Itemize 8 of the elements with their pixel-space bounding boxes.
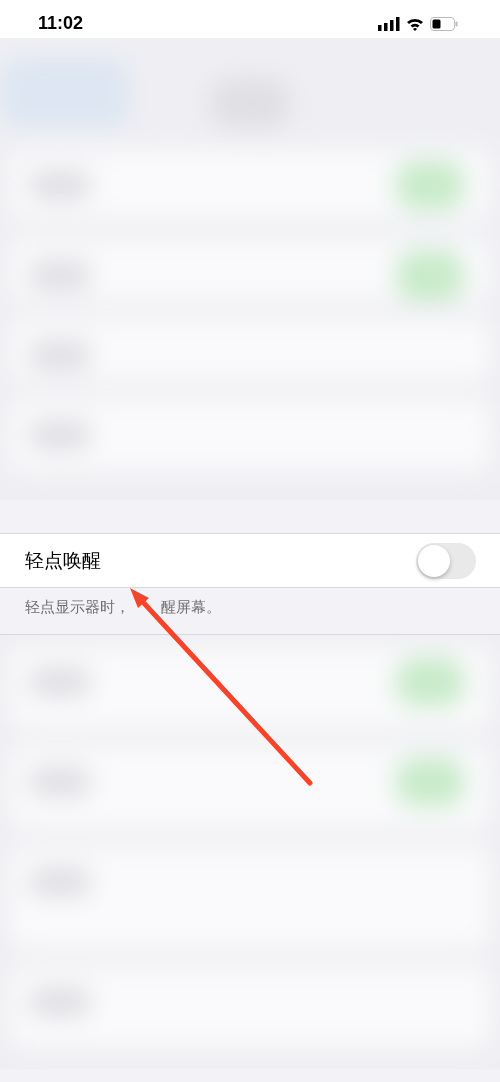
toggle-switch[interactable] <box>416 542 476 579</box>
setting-description: 轻点显示器时， <box>25 598 130 618</box>
battery-icon <box>430 17 458 31</box>
setting-description: 醒屏幕。 <box>161 598 221 618</box>
signal-icon <box>378 17 400 31</box>
setting-label: 轻点唤醒 <box>25 547 101 573</box>
wifi-icon <box>406 17 424 31</box>
status-time: 11:02 <box>38 11 84 34</box>
